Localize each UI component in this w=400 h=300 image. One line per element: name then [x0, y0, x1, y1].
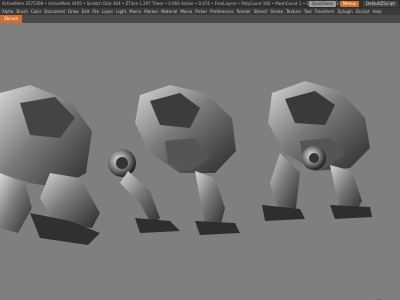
title-bar: ActiveMem 2575398 • ActiveMem 4495 • Scr… [0, 0, 400, 8]
menu-item-layer[interactable]: Layer [102, 8, 113, 15]
menu-item-help[interactable]: Help [373, 8, 382, 15]
default-zscript-button[interactable]: DefaultZScript [363, 1, 398, 7]
menu-item-color[interactable]: Color [31, 8, 41, 15]
menu-item-light[interactable]: Light [116, 8, 126, 15]
menu-item-movie[interactable]: Movie [180, 8, 192, 15]
menu-item-marker[interactable]: Marker [144, 8, 158, 15]
menu-item-draw[interactable]: Draw [68, 8, 78, 15]
menu-item-alpha[interactable]: Alpha [2, 8, 13, 15]
title-bar-controls: QuickSave Menus DefaultZScript [308, 0, 398, 7]
robot-model-center [108, 85, 240, 235]
menu-item-tool[interactable]: Tool [304, 8, 312, 15]
menu-item-material[interactable]: Material [161, 8, 177, 15]
menu-item-brush[interactable]: Brush [16, 8, 28, 15]
menu-item-picker[interactable]: Picker [195, 8, 207, 15]
robot-model-left [0, 85, 100, 245]
menu-item-zscript[interactable]: Zscript [356, 8, 370, 15]
menu-item-preferences[interactable]: Preferences [210, 8, 234, 15]
toolbar: Zbrush [0, 15, 400, 23]
menu-item-file[interactable]: File [92, 8, 99, 15]
sculpt-canvas [0, 81, 372, 245]
menu-item-zplugin[interactable]: Zplugin [338, 8, 353, 15]
menus-button[interactable]: Menus [339, 1, 360, 7]
menu-item-stencil[interactable]: Stencil [254, 8, 268, 15]
menu-item-transform[interactable]: Transform [315, 8, 335, 15]
status-text: ActiveMem 2575398 • ActiveMem 4495 • Scr… [2, 1, 346, 6]
menu-item-stroke[interactable]: Stroke [270, 8, 283, 15]
quicksave-button[interactable]: QuickSave [308, 1, 336, 7]
menu-item-render[interactable]: Render [237, 8, 251, 15]
menu-item-document[interactable]: Document [44, 8, 65, 15]
menu-item-macro[interactable]: Macro [129, 8, 141, 15]
menu-item-edit[interactable]: Edit [82, 8, 90, 15]
canvas-viewport[interactable]: ◎ [0, 23, 400, 300]
menu-item-texture[interactable]: Texture [286, 8, 301, 15]
menu-bar: Alpha Brush Color Document Draw Edit Fil… [0, 8, 400, 15]
robot-model-right [262, 81, 372, 221]
document-tab[interactable]: Zbrush [0, 15, 22, 23]
